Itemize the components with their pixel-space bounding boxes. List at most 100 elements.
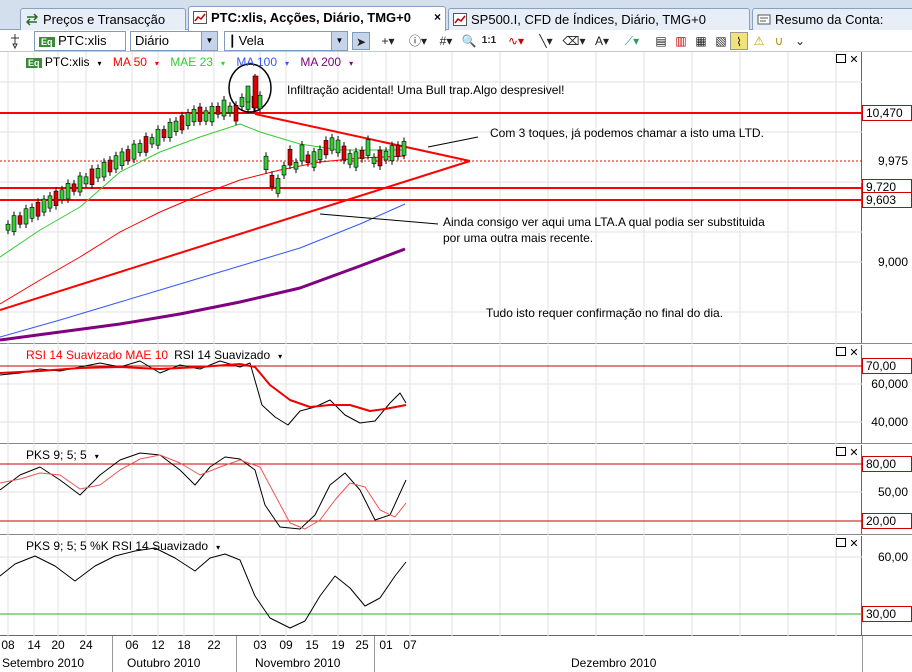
candle-body <box>347 153 353 165</box>
legend-pks[interactable]: PKS 9; 5; 5 <box>26 448 87 462</box>
candle-body <box>185 112 191 126</box>
month-label-nov: Novembro 2010 <box>255 656 341 670</box>
pin-icon[interactable] <box>4 32 26 50</box>
indicator-icon[interactable]: ∿▾ <box>502 32 530 50</box>
annotation-lta-line2[interactable]: por uma outra mais recente. <box>443 231 593 246</box>
legend-symbol: PTC:xlis <box>44 55 90 69</box>
legend-ma200[interactable]: MA 200 <box>300 55 341 69</box>
maximize-icon[interactable] <box>836 447 846 456</box>
grid-icon[interactable]: #▾ <box>434 32 458 50</box>
text-tool-icon[interactable]: A▾ <box>588 32 616 50</box>
template-icon[interactable]: ▤ <box>652 32 670 50</box>
pks-rsi-panel: PKS 9; 5; 5 %K RSI 14 Suavizado ▾ ✕ 60,00… <box>0 536 912 636</box>
annotation-bull-trap[interactable]: Infiltração acidental! Uma Bull trap.Alg… <box>287 83 564 98</box>
candle-body <box>53 190 59 206</box>
date-tick-label: 15 <box>305 638 319 652</box>
tab-resumo-conta[interactable]: Resumo da Conta: <box>752 8 912 30</box>
close-icon[interactable]: ✕ <box>848 55 860 66</box>
ratio-button[interactable]: 1:1 <box>480 32 498 50</box>
annotation-confirmation[interactable]: Tudo isto requer confirmação no final do… <box>486 306 723 321</box>
candle-body <box>263 155 269 170</box>
shift-icon[interactable]: ⌇ <box>730 32 748 50</box>
close-icon[interactable]: × <box>434 7 441 28</box>
date-tick-label: 12 <box>151 638 165 652</box>
candle-body <box>137 143 143 153</box>
legend-ma50[interactable]: MA 50 <box>113 55 147 69</box>
axis-corner <box>862 636 863 672</box>
zoom-icon[interactable]: 🔍 <box>460 32 478 50</box>
date-tick-label: 01 <box>379 638 393 652</box>
candle-body <box>353 151 359 168</box>
alert-icon[interactable]: ⚠ <box>750 32 768 50</box>
info-icon[interactable]: ⓘ▾ <box>404 32 432 50</box>
lta-trendline <box>0 160 471 311</box>
chevron-down-icon[interactable]: ▼ <box>331 32 347 50</box>
date-tick-label: 22 <box>207 638 221 652</box>
tab-ptc-chart[interactable]: PTC:xlis, Acções, Diário, TMG+0 × <box>188 6 446 31</box>
month-separator <box>112 636 113 672</box>
month-separator <box>374 636 375 672</box>
legend-mae23[interactable]: MAE 23 <box>170 55 213 69</box>
chevron-down-icon[interactable]: ▼ <box>201 32 217 50</box>
grid-view-icon[interactable]: ▦ <box>692 32 710 50</box>
axis-tick-50: 50,00 <box>877 485 908 499</box>
candle-body <box>317 149 323 160</box>
scroll-icon[interactable]: ▧ <box>712 32 730 50</box>
pks-plot-area[interactable] <box>0 445 862 535</box>
candle-body <box>107 159 113 173</box>
candle-body <box>119 151 125 166</box>
date-tick-label: 20 <box>51 638 65 652</box>
candle-body <box>311 151 317 168</box>
close-icon[interactable]: ✕ <box>848 348 860 359</box>
candle-body <box>59 189 65 201</box>
crosshair-icon[interactable]: +▾ <box>374 32 402 50</box>
period-select[interactable]: Diário ▼ <box>130 31 218 51</box>
tab-sp500-chart[interactable]: SP500.I, CFD de Índices, Diário, TMG+0 <box>448 8 750 30</box>
chart-icon <box>453 13 467 26</box>
tab-precos-transaccao[interactable]: Preços e Transacção <box>20 8 186 30</box>
candle-body <box>65 183 71 200</box>
chart-type-select[interactable]: ┃ Vela ▼ <box>224 31 348 51</box>
candle-body <box>35 201 41 217</box>
rsi-line <box>0 360 407 426</box>
arrows-icon <box>25 13 39 26</box>
panel-controls: ✕ <box>834 54 860 66</box>
eraser-icon[interactable]: ⌫▾ <box>562 32 586 50</box>
candle-body <box>23 208 29 225</box>
tab-label: SP500.I, CFD de Índices, Diário, TMG+0 <box>471 12 706 27</box>
maximize-icon[interactable] <box>836 347 846 356</box>
tab-bar: Preços e Transacção PTC:xlis, Acções, Di… <box>0 0 912 31</box>
candle-body <box>29 207 35 219</box>
line-tool-icon[interactable]: ╲▾ <box>532 32 560 50</box>
symbol-select[interactable]: Eq PTC:xlis <box>34 31 126 51</box>
rsi-panel: RSI 14 Suavizado MAE 10 RSI 14 Suavizado ▾… <box>0 345 912 444</box>
candle-body <box>143 136 149 153</box>
legend-ma100[interactable]: MA 100 <box>236 55 277 69</box>
candle-body <box>17 215 23 225</box>
candle-body <box>179 115 185 131</box>
close-icon[interactable]: ✕ <box>848 448 860 459</box>
candle-body <box>113 155 119 170</box>
candle-body <box>299 144 305 162</box>
fibonacci-icon[interactable]: ⟋▾ <box>618 32 646 50</box>
legend-rsi[interactable]: RSI 14 Suavizado <box>174 348 270 362</box>
cursor-icon[interactable]: ➤ <box>352 32 370 50</box>
close-icon[interactable]: ✕ <box>848 539 860 550</box>
candle-body <box>215 106 221 115</box>
date-tick-label: 03 <box>253 638 267 652</box>
candle-body <box>371 156 377 164</box>
date-tick-label: 08 <box>1 638 15 652</box>
maximize-icon[interactable] <box>836 538 846 547</box>
legend-pks-rsi[interactable]: PKS 9; 5; 5 %K RSI 14 Suavizado <box>26 539 208 553</box>
ohlc-icon[interactable]: ▥ <box>672 32 690 50</box>
chevron-down-icon[interactable]: ⌄ <box>792 32 808 50</box>
magnet-icon[interactable]: ∪ <box>770 32 788 50</box>
annotation-lta-line1[interactable]: Ainda consigo ver aqui uma LTA.A qual po… <box>443 215 765 230</box>
maximize-icon[interactable] <box>836 54 846 63</box>
account-icon <box>757 14 771 25</box>
legend-rsi-mae[interactable]: RSI 14 Suavizado MAE 10 <box>26 348 168 362</box>
annotation-ltd[interactable]: Com 3 toques, já podemos chamar a isto u… <box>490 126 764 141</box>
axis-tick-9000: 9,000 <box>877 255 908 269</box>
month-label-oct: Outubro 2010 <box>127 656 201 670</box>
tab-label: Preços e Transacção <box>43 12 166 27</box>
